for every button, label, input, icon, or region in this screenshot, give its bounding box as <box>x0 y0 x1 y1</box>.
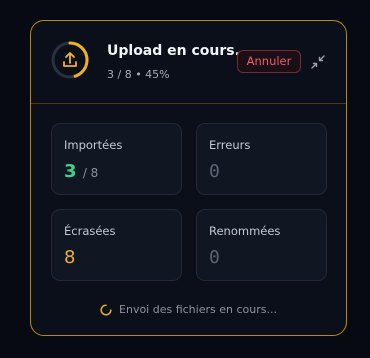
collapse-icon[interactable] <box>310 54 326 70</box>
stat-imported-value: 3 <box>64 161 77 182</box>
stat-renamed-value: 0 <box>209 247 220 268</box>
upload-status: Envoi des fichiers en cours... <box>100 303 277 316</box>
upload-progress-card: Upload en cours... 3 / 8 • 45% Annuler I… <box>30 20 347 336</box>
stat-imported-total: / 8 <box>82 166 99 180</box>
stat-imported-value-group: 3 / 8 <box>64 161 98 182</box>
stat-errors: Erreurs 0 <box>196 123 327 195</box>
upload-title: Upload en cours... <box>107 43 251 59</box>
stat-errors-value: 0 <box>209 161 220 182</box>
upload-status-text: Envoi des fichiers en cours... <box>119 303 277 316</box>
upload-header: Upload en cours... 3 / 8 • 45% Annuler <box>31 21 346 104</box>
upload-progress-ring <box>50 40 90 80</box>
stat-imported-label: Importées <box>64 138 123 152</box>
stat-errors-label: Erreurs <box>209 138 251 152</box>
spinner-icon <box>100 303 112 316</box>
stat-renamed: Renommées 0 <box>196 209 327 281</box>
cancel-button[interactable]: Annuler <box>237 50 301 73</box>
stat-overwritten-value: 8 <box>64 247 76 268</box>
upload-progress-text: 3 / 8 • 45% <box>107 68 170 81</box>
stat-overwritten-label: Écrasées <box>64 224 116 238</box>
upload-icon <box>63 52 77 67</box>
stat-imported: Importées 3 / 8 <box>51 123 182 195</box>
stat-renamed-label: Renommées <box>209 224 281 238</box>
upload-footer: Envoi des fichiers en cours... <box>31 303 346 321</box>
stat-overwritten: Écrasées 8 <box>51 209 182 281</box>
